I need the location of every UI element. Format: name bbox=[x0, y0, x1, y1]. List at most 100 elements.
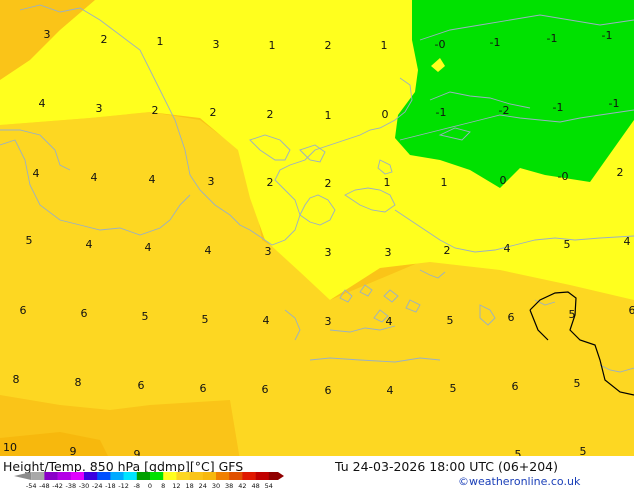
temperature-label: 4 bbox=[145, 241, 152, 254]
scale-tick-label: 30 bbox=[212, 482, 220, 490]
scale-box bbox=[57, 472, 72, 480]
scale-arrow-right bbox=[268, 472, 284, 480]
temperature-label: 3 bbox=[208, 175, 215, 188]
temperature-label: 6 bbox=[512, 380, 519, 393]
temperature-label: -1 bbox=[490, 36, 501, 49]
temperature-label: -1 bbox=[553, 101, 564, 114]
scale-box bbox=[202, 472, 217, 480]
temperature-label: 5 bbox=[564, 238, 571, 251]
color-scale: -54 -48 -42 -38 -30 -24 -18 -12 -8 0 8 12 18 24 30 38 42… bbox=[14, 472, 284, 490]
temperature-label: 5 bbox=[142, 310, 149, 323]
scale-box bbox=[70, 472, 85, 480]
scale-box bbox=[229, 472, 243, 480]
temperature-label: 4 bbox=[386, 315, 393, 328]
temperature-label: -1 bbox=[436, 106, 447, 119]
scale-box bbox=[150, 472, 164, 480]
scale-box bbox=[31, 472, 45, 480]
scale-tick-label: 18 bbox=[185, 482, 193, 490]
temperature-label: 4 bbox=[387, 384, 394, 397]
temperature-label: 6 bbox=[629, 304, 634, 317]
temperature-label: 1 bbox=[157, 35, 164, 48]
scale-box bbox=[123, 472, 138, 480]
scale-box bbox=[255, 472, 270, 480]
temperature-label: 6 bbox=[508, 311, 515, 324]
temperature-label: 8 bbox=[13, 373, 20, 386]
color-scale-ticks: -54 -48 -42 -38 -30 -24 -18 -12 -8 0 8 12 18 24 30 38 42… bbox=[26, 482, 273, 490]
scale-box bbox=[84, 472, 98, 480]
scale-tick-label: -12 bbox=[118, 482, 129, 490]
temperature-label: -1 bbox=[547, 32, 558, 45]
temperature-label: -2 bbox=[499, 104, 510, 117]
scale-tick-label: 12 bbox=[172, 482, 180, 490]
temperature-label: 6 bbox=[262, 383, 269, 396]
temperature-label: 2 bbox=[444, 244, 451, 257]
scale-box bbox=[189, 472, 204, 480]
scale-tick-label: 0 bbox=[148, 482, 152, 490]
color-scale-boxes bbox=[14, 472, 284, 480]
temperature-label: 2 bbox=[267, 176, 274, 189]
scale-tick-label: 48 bbox=[251, 482, 259, 490]
scale-tick-label: 24 bbox=[199, 482, 207, 490]
scale-tick-label: -8 bbox=[134, 482, 140, 490]
temperature-label: 5 bbox=[569, 308, 576, 321]
temperature-label: 2 bbox=[267, 108, 274, 121]
temperature-label: 4 bbox=[33, 167, 40, 180]
temperature-label: 4 bbox=[91, 171, 98, 184]
scale-tick-label: -48 bbox=[39, 482, 50, 490]
forecast-datetime: Tu 24-03-2026 18:00 UTC (06+204) bbox=[335, 459, 558, 474]
temperature-label: 2 bbox=[152, 104, 159, 117]
temperature-label: 0 bbox=[382, 108, 389, 121]
temperature-label: 4 bbox=[263, 314, 270, 327]
temperature-label: 4 bbox=[39, 97, 46, 110]
temperature-label: 1 bbox=[325, 109, 332, 122]
temperature-label: 2 bbox=[210, 106, 217, 119]
temperature-label: 6 bbox=[325, 384, 332, 397]
temperature-label: 8 bbox=[75, 376, 82, 389]
temperature-label: 2 bbox=[617, 166, 624, 179]
temperature-label: -0 bbox=[558, 170, 569, 183]
temperature-label: 5 bbox=[447, 314, 454, 327]
temperature-label: 1 bbox=[384, 176, 391, 189]
temperature-label: 6 bbox=[81, 307, 88, 320]
temperature-label: 3 bbox=[96, 102, 103, 115]
temperature-label: 3 bbox=[213, 38, 220, 51]
temperature-label: 3 bbox=[385, 246, 392, 259]
temperature-label: 1 bbox=[441, 176, 448, 189]
scale-box bbox=[163, 472, 177, 480]
scale-tick-label: -24 bbox=[92, 482, 103, 490]
temperature-label: 6 bbox=[138, 379, 145, 392]
scale-box bbox=[97, 472, 111, 480]
temperature-label: 4 bbox=[205, 244, 212, 257]
temperature-label: 4 bbox=[504, 242, 511, 255]
temperature-label: 6 bbox=[200, 382, 207, 395]
scale-tick-label: 42 bbox=[238, 482, 246, 490]
scale-tick-label: 54 bbox=[265, 482, 273, 490]
temperature-label: 1 bbox=[269, 39, 276, 52]
temperature-label: -1 bbox=[609, 97, 620, 110]
scale-box bbox=[176, 472, 190, 480]
temperature-label: 2 bbox=[325, 39, 332, 52]
scale-tick-label: 8 bbox=[161, 482, 165, 490]
scale-box bbox=[242, 472, 256, 480]
temperature-label: -0 bbox=[435, 38, 446, 51]
scale-tick-label: -54 bbox=[26, 482, 37, 490]
temperature-label: 3 bbox=[44, 28, 51, 41]
temperature-label: 5 bbox=[202, 313, 209, 326]
scale-box bbox=[136, 472, 151, 480]
temperature-label: 4 bbox=[624, 235, 631, 248]
scale-arrow-left bbox=[14, 472, 32, 480]
temperature-label: 5 bbox=[574, 377, 581, 390]
temperature-label: 3 bbox=[265, 245, 272, 258]
scale-box bbox=[216, 472, 230, 480]
credit-link[interactable]: ©weatheronline.co.uk bbox=[458, 475, 580, 488]
temperature-label: -1 bbox=[602, 29, 613, 42]
temperature-label: 6 bbox=[20, 304, 27, 317]
temperature-label: 4 bbox=[86, 238, 93, 251]
weather-map: 3 2 1 3 1 2 1 -0 -1 -1 -14 3 2 2 2 1 0 -1 -2 -1 -14 4 4 3 2 2 1 1 0-… bbox=[0, 0, 634, 461]
scale-tick-label: -42 bbox=[52, 482, 63, 490]
scale-tick-label: -18 bbox=[105, 482, 116, 490]
temperature-label: 4 bbox=[149, 173, 156, 186]
temperature-label: 1 bbox=[381, 39, 388, 52]
scale-tick-label: 38 bbox=[225, 482, 233, 490]
temperature-label: 2 bbox=[101, 33, 108, 46]
